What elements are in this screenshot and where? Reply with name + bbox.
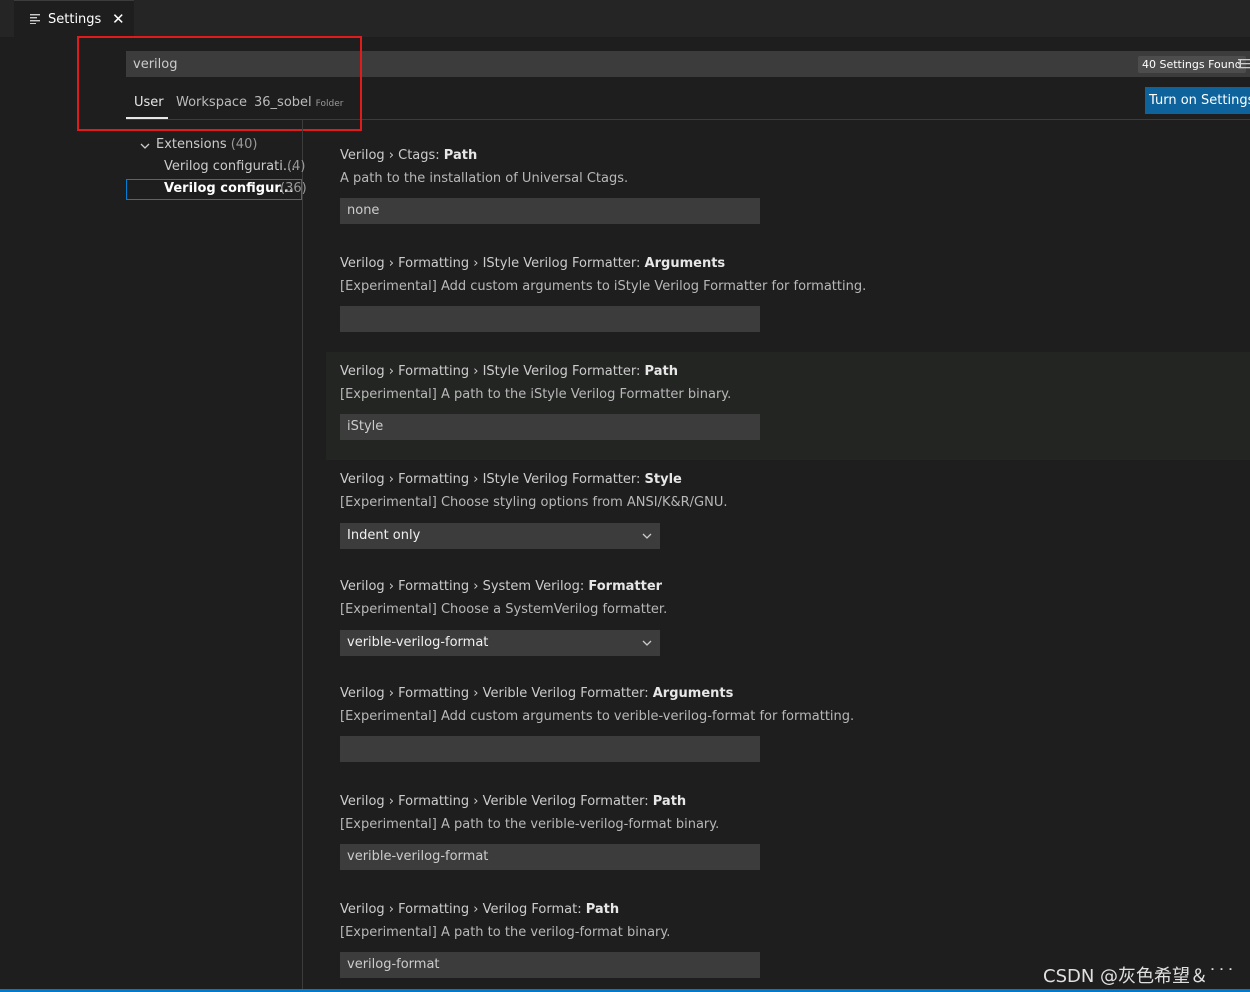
tab-settings[interactable]: Settings ✕ [14, 0, 134, 37]
setting-name: Path [652, 794, 687, 809]
setting-description: [Experimental] A path to the verilog-for… [340, 925, 671, 940]
chevron-down-icon [642, 640, 652, 646]
csdn-watermark: CSDN @灰色希望＆˙˙˙ [1043, 966, 1236, 987]
setting-text-input[interactable]: verible-verilog-format [340, 844, 760, 870]
setting-category: Verilog › Formatting › Verilog Format: [340, 902, 586, 917]
setting-description: [Experimental] Choose a SystemVerilog fo… [340, 602, 668, 617]
dropdown-value: verible-verilog-format [347, 635, 489, 650]
setting-category: Verilog › Formatting › Verible Verilog F… [340, 686, 653, 701]
chevron-down-icon [642, 533, 652, 539]
setting-item: Verilog › Formatting › Verible Verilog F… [326, 674, 1250, 782]
setting-category: Verilog › Ctags: [340, 148, 444, 163]
list-icon [30, 14, 40, 24]
setting-item: Verilog › Formatting › System Verilog: F… [326, 567, 1250, 675]
setting-title: Verilog › Formatting › Verilog Format: P… [340, 902, 619, 917]
setting-name: Formatter [588, 579, 663, 594]
toc-extensions[interactable]: Extensions (40) [156, 137, 257, 152]
setting-text-input[interactable]: verilog-format [340, 952, 760, 978]
setting-dropdown[interactable]: Indent only [340, 523, 660, 549]
setting-item: Verilog › Formatting › IStyle Verilog Fo… [326, 244, 1250, 352]
setting-text-input[interactable]: none [340, 198, 760, 224]
toc-item-label: Verilog configurati... [164, 159, 296, 174]
results-count-badge: 40 Settings Found [1138, 56, 1246, 73]
setting-name: Path [644, 364, 678, 379]
setting-name: Path [585, 902, 620, 917]
setting-name: Arguments [644, 256, 726, 271]
highlight-box [77, 36, 362, 131]
setting-item: Verilog › Formatting › IStyle Verilog Fo… [326, 460, 1250, 568]
setting-title: Verilog › Ctags: Path [340, 148, 477, 163]
setting-title: Verilog › Formatting › System Verilog: F… [340, 579, 662, 594]
toc-item-count: (36) [280, 181, 307, 196]
toc-item-count: (4) [287, 159, 306, 174]
close-icon[interactable]: ✕ [112, 10, 125, 28]
setting-category: Verilog › Formatting › Verible Verilog F… [340, 794, 653, 809]
toc-item-label: Verilog configur... [164, 181, 294, 196]
setting-title: Verilog › Formatting › IStyle Verilog Fo… [340, 364, 678, 379]
setting-description: A path to the installation of Universal … [340, 171, 629, 186]
toc-divider [302, 120, 303, 992]
setting-description: [Experimental] Add custom arguments to v… [340, 709, 855, 724]
filter-icon[interactable] [1238, 58, 1250, 70]
toc-item-verilog-1[interactable]: Verilog configurati... (4) [164, 159, 306, 174]
toc-extensions-count: (40) [230, 137, 258, 152]
setting-description: [Experimental] Add custom arguments to i… [340, 279, 867, 294]
setting-title: Verilog › Formatting › Verible Verilog F… [340, 794, 686, 809]
chevron-down-icon[interactable] [140, 141, 150, 151]
setting-category: Verilog › Formatting › IStyle Verilog Fo… [340, 256, 645, 271]
dropdown-value: Indent only [347, 528, 421, 543]
toc-extensions-label: Extensions [156, 137, 227, 152]
setting-item: Verilog › Formatting › IStyle Verilog Fo… [326, 352, 1250, 460]
setting-text-input[interactable] [340, 306, 760, 332]
setting-item: Verilog › Ctags: Path A path to the inst… [326, 136, 1250, 244]
setting-text-input[interactable] [340, 736, 760, 762]
setting-text-input[interactable]: iStyle [340, 414, 760, 440]
tab-title: Settings [48, 11, 102, 27]
setting-name: Style [644, 472, 682, 487]
editor-tab-bar: Settings ✕ [0, 0, 1250, 37]
setting-title: Verilog › Formatting › IStyle Verilog Fo… [340, 256, 725, 271]
setting-dropdown[interactable]: verible-verilog-format [340, 630, 660, 656]
setting-description: [Experimental] A path to the iStyle Veri… [340, 387, 732, 402]
setting-name: Arguments [652, 686, 734, 701]
setting-name: Path [443, 148, 478, 163]
setting-category: Verilog › Formatting › IStyle Verilog Fo… [340, 364, 645, 379]
setting-description: [Experimental] Choose styling options fr… [340, 495, 728, 510]
setting-title: Verilog › Formatting › IStyle Verilog Fo… [340, 472, 682, 487]
setting-title: Verilog › Formatting › Verible Verilog F… [340, 686, 733, 701]
setting-category: Verilog › Formatting › System Verilog: [340, 579, 589, 594]
settings-sync-button[interactable]: Turn on Settings S [1145, 87, 1250, 114]
setting-category: Verilog › Formatting › IStyle Verilog Fo… [340, 472, 645, 487]
toc-item-verilog-2[interactable]: Verilog configur... (36) [164, 181, 307, 196]
setting-item: Verilog › Formatting › Verible Verilog F… [326, 782, 1250, 890]
setting-description: [Experimental] A path to the verible-ver… [340, 817, 720, 832]
